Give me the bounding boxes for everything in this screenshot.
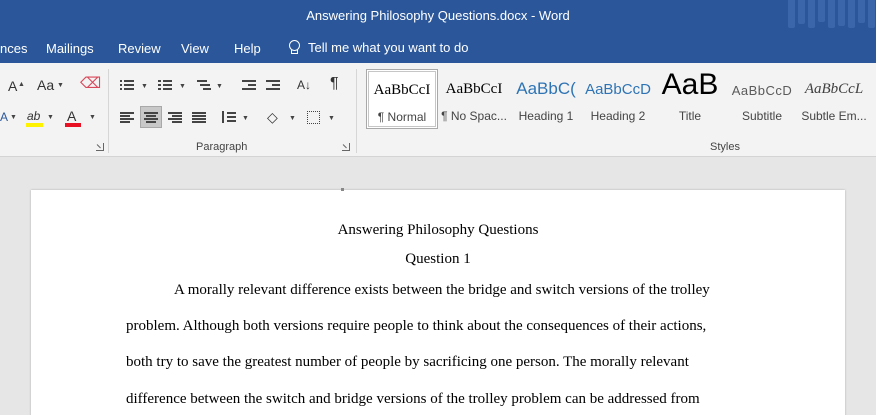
multilevel-caret-icon: ▼ <box>216 83 223 90</box>
tell-me-search[interactable]: Tell me what you want to do <box>288 40 468 55</box>
style-name: Subtle Em... <box>801 109 867 123</box>
shading-icon[interactable]: ◇ <box>267 109 278 125</box>
paragraph-line[interactable]: problem. Although both versions require … <box>126 318 706 335</box>
window-title: Answering Philosophy Questions.docx - Wo… <box>306 8 570 23</box>
ribbon-tabs: nces Mailings Review View Help Tell me w… <box>0 33 876 63</box>
style-preview: AaB <box>661 68 719 101</box>
tab-view[interactable]: View <box>181 41 209 56</box>
style-name: ¶ No Spac... <box>441 109 507 123</box>
style-name: Title <box>678 109 702 123</box>
paragraph-line[interactable]: difference between the switch and bridge… <box>126 391 700 408</box>
increase-indent-icon[interactable] <box>266 79 280 91</box>
line-spacing-icon[interactable] <box>222 111 236 123</box>
tab-review[interactable]: Review <box>118 41 161 56</box>
group-separator <box>108 69 109 153</box>
style-preview: AaBbCcD <box>731 83 793 98</box>
decrease-indent-icon[interactable] <box>242 79 256 91</box>
document-page[interactable]: Answering Philosophy Questions Question … <box>31 188 845 415</box>
title-bar-decoration <box>786 0 876 33</box>
shading-caret-icon: ▼ <box>289 115 296 122</box>
style-name: Heading 1 <box>518 109 574 123</box>
text-effects-caret-icon: ▼ <box>10 114 17 121</box>
font-dialog-launcher-icon[interactable] <box>96 143 104 151</box>
line-spacing-caret-icon: ▼ <box>242 115 249 122</box>
show-formatting-icon[interactable]: ¶ <box>330 76 339 92</box>
tab-help[interactable]: Help <box>234 41 261 56</box>
borders-caret-icon: ▼ <box>328 115 335 122</box>
paragraph-line[interactable]: A morally relevant difference exists bet… <box>174 282 710 299</box>
style-subtle-emphasis[interactable]: AaBbCcL Subtle Em... <box>798 69 870 129</box>
style-preview: AaBbCcI <box>445 81 503 97</box>
cursor-mark <box>341 188 344 191</box>
style-preview: AaBbCcI <box>373 82 431 98</box>
highlight-color-swatch <box>26 123 43 127</box>
grow-font-button[interactable]: A <box>8 78 17 94</box>
ribbon-home: A ▲ Aa ▼ ⌫ A ▼ ab ▼ A ▼ ▼ ▼ ▼ A↓ ¶ ▼ ◇ ▼… <box>0 63 876 157</box>
bullets-caret-icon: ▼ <box>141 83 148 90</box>
title-bar: Answering Philosophy Questions.docx - Wo… <box>0 0 876 33</box>
style-preview: AaBbCcL <box>804 81 864 97</box>
tab-references[interactable]: nces <box>0 41 27 56</box>
font-color-button[interactable]: A <box>67 108 76 124</box>
change-case-caret-icon: ▼ <box>57 82 64 89</box>
align-center-icon <box>144 111 158 123</box>
highlight-caret-icon: ▼ <box>47 114 54 121</box>
style-title[interactable]: AaB Title <box>654 68 726 129</box>
question-heading[interactable]: Question 1 <box>31 251 845 268</box>
paragraph-group-label: Paragraph <box>196 141 248 153</box>
group-separator <box>356 69 357 153</box>
style-subtitle[interactable]: AaBbCcD Subtitle <box>726 69 798 129</box>
multilevel-list-icon[interactable] <box>197 79 211 91</box>
sort-icon[interactable]: A↓ <box>297 77 311 93</box>
style-name: Heading 2 <box>590 109 646 123</box>
styles-group-label: Styles <box>710 141 740 153</box>
style-heading-1[interactable]: AaBbC( Heading 1 <box>510 69 582 129</box>
numbering-caret-icon: ▼ <box>179 83 186 90</box>
paragraph-dialog-launcher-icon[interactable] <box>342 143 350 151</box>
lightbulb-icon <box>288 40 300 55</box>
numbering-icon[interactable] <box>158 79 172 91</box>
font-color-swatch <box>65 123 81 127</box>
style-preview: AaBbCcD <box>585 81 651 98</box>
text-effects-icon[interactable]: A <box>0 109 8 125</box>
align-right-icon[interactable] <box>168 111 182 123</box>
style-normal[interactable]: AaBbCcI ¶ Normal <box>366 69 438 129</box>
document-title[interactable]: Answering Philosophy Questions <box>31 222 845 239</box>
document-area: Answering Philosophy Questions Question … <box>0 158 876 415</box>
font-color-caret-icon: ▼ <box>89 114 96 121</box>
align-left-icon[interactable] <box>120 111 134 123</box>
style-heading-2[interactable]: AaBbCcD Heading 2 <box>582 69 654 129</box>
paragraph-line[interactable]: both try to save the greatest number of … <box>126 354 689 371</box>
borders-icon[interactable] <box>307 111 320 124</box>
align-center-button[interactable] <box>140 106 162 128</box>
tell-me-label: Tell me what you want to do <box>308 40 469 55</box>
clear-formatting-icon[interactable]: ⌫ <box>80 76 101 92</box>
bullets-icon[interactable] <box>120 79 134 91</box>
styles-gallery: AaBbCcI ¶ Normal AaBbCcI ¶ No Spac... Aa… <box>366 68 876 135</box>
style-name: Subtitle <box>741 109 783 123</box>
grow-font-caret-icon: ▲ <box>18 81 25 88</box>
style-name: ¶ Normal <box>377 110 427 124</box>
tab-mailings[interactable]: Mailings <box>46 41 94 56</box>
style-preview: AaBbC( <box>516 79 576 98</box>
justify-icon[interactable] <box>192 111 206 123</box>
highlight-button[interactable]: ab <box>27 108 40 124</box>
style-no-spacing[interactable]: AaBbCcI ¶ No Spac... <box>438 69 510 129</box>
change-case-button[interactable]: Aa <box>37 77 54 93</box>
